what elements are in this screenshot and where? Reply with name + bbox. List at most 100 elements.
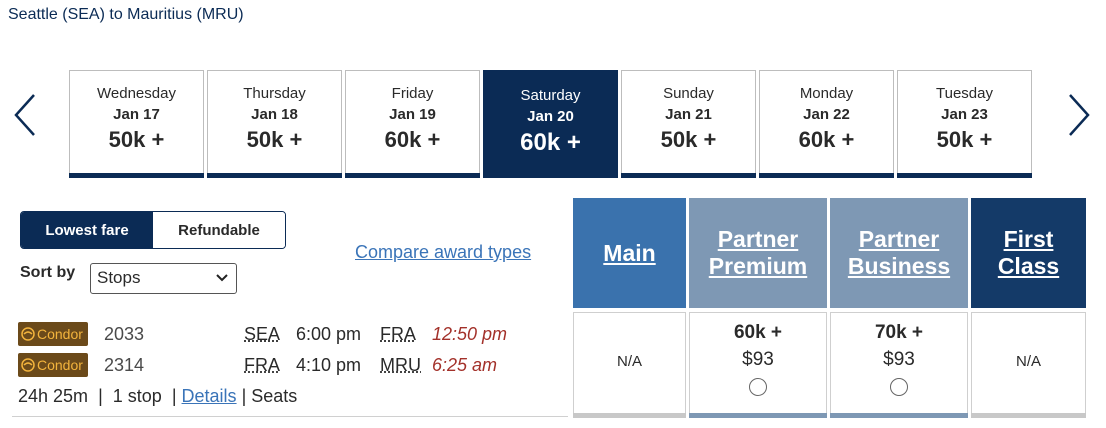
cabin-header-first-class[interactable]: First Class [971,198,1086,308]
airline-name: Condor [37,326,83,342]
fare-cell-partner-business[interactable]: 70k + $93 [830,312,968,418]
fare-unavailable: N/A [1015,353,1041,370]
date-card-bar [621,173,756,178]
departure-time: 6:00 pm [296,323,362,344]
arrival-time: 12:50 pm [432,323,508,344]
date-card-weekday: Saturday [520,87,581,104]
date-card-price: 60k + [520,129,581,156]
date-card-jan-18[interactable]: Thursday Jan 18 50k + [207,70,342,178]
date-card-date: Jan 23 [941,106,988,123]
chevron-left-icon [14,94,35,136]
cabin-header-label: Partner Premium [708,226,808,279]
date-card-price: 50k + [936,127,993,152]
airline-name: Condor [37,357,83,373]
flight-summary: 24h 25m | 1 stop | Details | Seats [18,386,297,407]
date-card-jan-19[interactable]: Friday Jan 19 60k + [345,70,480,178]
sort-select-value: Stops [97,268,141,287]
date-card-price: 50k + [108,127,165,152]
date-card-weekday: Monday [799,85,854,102]
departure-time: 4:10 pm [296,354,362,375]
fare-unavailable: N/A [616,353,642,370]
date-card-bar [345,173,480,178]
date-card-jan-17[interactable]: Wednesday Jan 17 50k + [69,70,204,178]
date-card-price: 60k + [798,127,855,152]
details-link[interactable]: Details [182,386,237,406]
fare-cell-bar [689,413,827,418]
date-card-jan-20-selected[interactable]: Saturday Jan 20 60k + [483,70,618,178]
airline-logo: Condor [18,353,88,377]
fare-tax: $93 [883,349,915,370]
fare-tax: $93 [742,349,774,370]
cabin-header-main[interactable]: Main [573,198,686,308]
cabin-header-label: Main [603,239,656,266]
condor-logo-icon [21,358,35,372]
date-card-bar [483,173,618,178]
destination-airport[interactable]: FRA [380,324,416,345]
date-card-price: 50k + [660,127,717,152]
date-card-date: Jan 22 [803,106,850,123]
date-card-price: 50k + [246,127,303,152]
date-card-jan-21[interactable]: Sunday Jan 21 50k + [621,70,756,178]
chevron-down-icon [216,274,228,282]
seats-link[interactable]: Seats [251,386,297,406]
fare-cell-bar [573,413,686,418]
sort-select[interactable]: Stops [90,263,237,294]
date-card-weekday: Thursday [243,85,306,102]
date-card-weekday: Wednesday [97,85,176,102]
arrival-time: 6:25 am [432,354,498,375]
sort-by-label: Sort by [20,264,76,281]
origin-airport[interactable]: FRA [244,355,280,376]
next-dates-button[interactable] [1066,92,1092,138]
fare-cell-bar [830,413,968,418]
flight-segment: Condor 2314 FRA 4:10 pm MRU 6:25 am [18,353,497,377]
compare-award-types-link[interactable]: Compare award types [355,242,531,263]
cabin-header-label: Partner Business [847,226,951,279]
flight-number: 2033 [104,323,145,344]
date-card-date: Jan 18 [251,106,298,123]
origin-airport[interactable]: SEA [244,324,280,345]
fare-cell-partner-premium[interactable]: 60k + $93 [689,312,827,418]
cabin-header-label: First Class [997,226,1060,279]
cabin-header-partner-premium[interactable]: Partner Premium [689,198,827,308]
date-card-bar [759,173,894,178]
previous-dates-button[interactable] [12,92,38,138]
date-card-weekday: Sunday [663,85,714,102]
fare-radio-button[interactable] [749,378,767,396]
fare-cell-main: N/A [573,312,686,418]
date-card-weekday: Friday [391,85,434,102]
destination-airport[interactable]: MRU [380,355,421,376]
date-selector: Wednesday Jan 17 50k + Thursday Jan 18 5… [69,70,1032,178]
fare-radio-button[interactable] [890,378,908,396]
date-card-bar [897,173,1032,178]
separator: | [241,386,247,406]
date-card-weekday: Tuesday [936,85,993,102]
separator: | [93,386,108,406]
date-card-jan-23[interactable]: Tuesday Jan 23 50k + [897,70,1032,178]
date-card-price: 60k + [384,127,441,152]
stop-count: 1 stop [112,386,162,406]
condor-logo-icon [21,327,35,341]
row-divider [12,416,568,417]
date-card-bar [69,173,204,178]
lowest-fare-button[interactable]: Lowest fare [21,212,153,248]
flight-number: 2314 [104,354,145,375]
chevron-right-icon [1069,94,1090,136]
separator: | [166,386,182,406]
flight-duration: 24h 25m [18,386,89,406]
fare-type-toggle: Lowest fare Refundable [20,211,286,249]
date-card-date: Jan 19 [389,106,436,123]
date-card-date: Jan 21 [665,106,712,123]
airline-logo: Condor [18,322,88,346]
fare-cell-bar [971,413,1086,418]
date-card-bar [207,173,342,178]
fare-miles: 60k + [733,322,783,343]
cabin-header-partner-business[interactable]: Partner Business [830,198,968,308]
fare-miles: 70k + [874,322,924,343]
date-card-date: Jan 17 [113,106,160,123]
route-title: Seattle (SEA) to Mauritius (MRU) [8,6,244,23]
flight-segment: Condor 2033 SEA 6:00 pm FRA 12:50 pm [18,322,507,346]
date-card-date: Jan 20 [527,108,574,125]
fare-cell-first-class: N/A [971,312,1086,418]
refundable-button[interactable]: Refundable [153,212,285,248]
date-card-jan-22[interactable]: Monday Jan 22 60k + [759,70,894,178]
